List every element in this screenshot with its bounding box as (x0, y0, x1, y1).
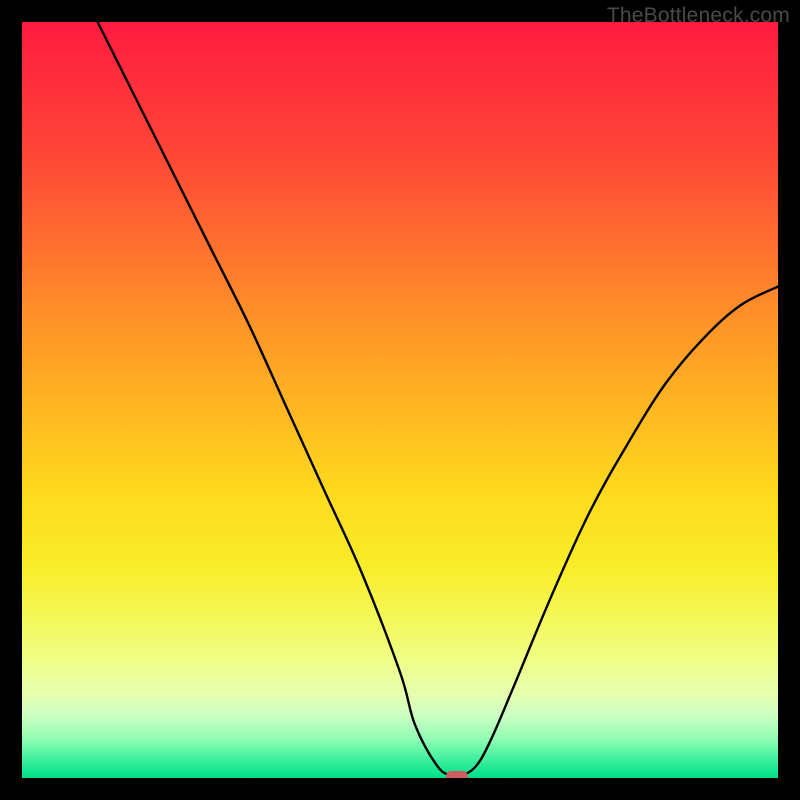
chart-frame: TheBottleneck.com (0, 0, 800, 800)
plot-area (22, 22, 778, 778)
watermark-text: TheBottleneck.com (607, 4, 790, 28)
curve-svg (22, 22, 778, 778)
optimal-point-marker (446, 771, 468, 778)
bottleneck-curve (98, 22, 778, 777)
